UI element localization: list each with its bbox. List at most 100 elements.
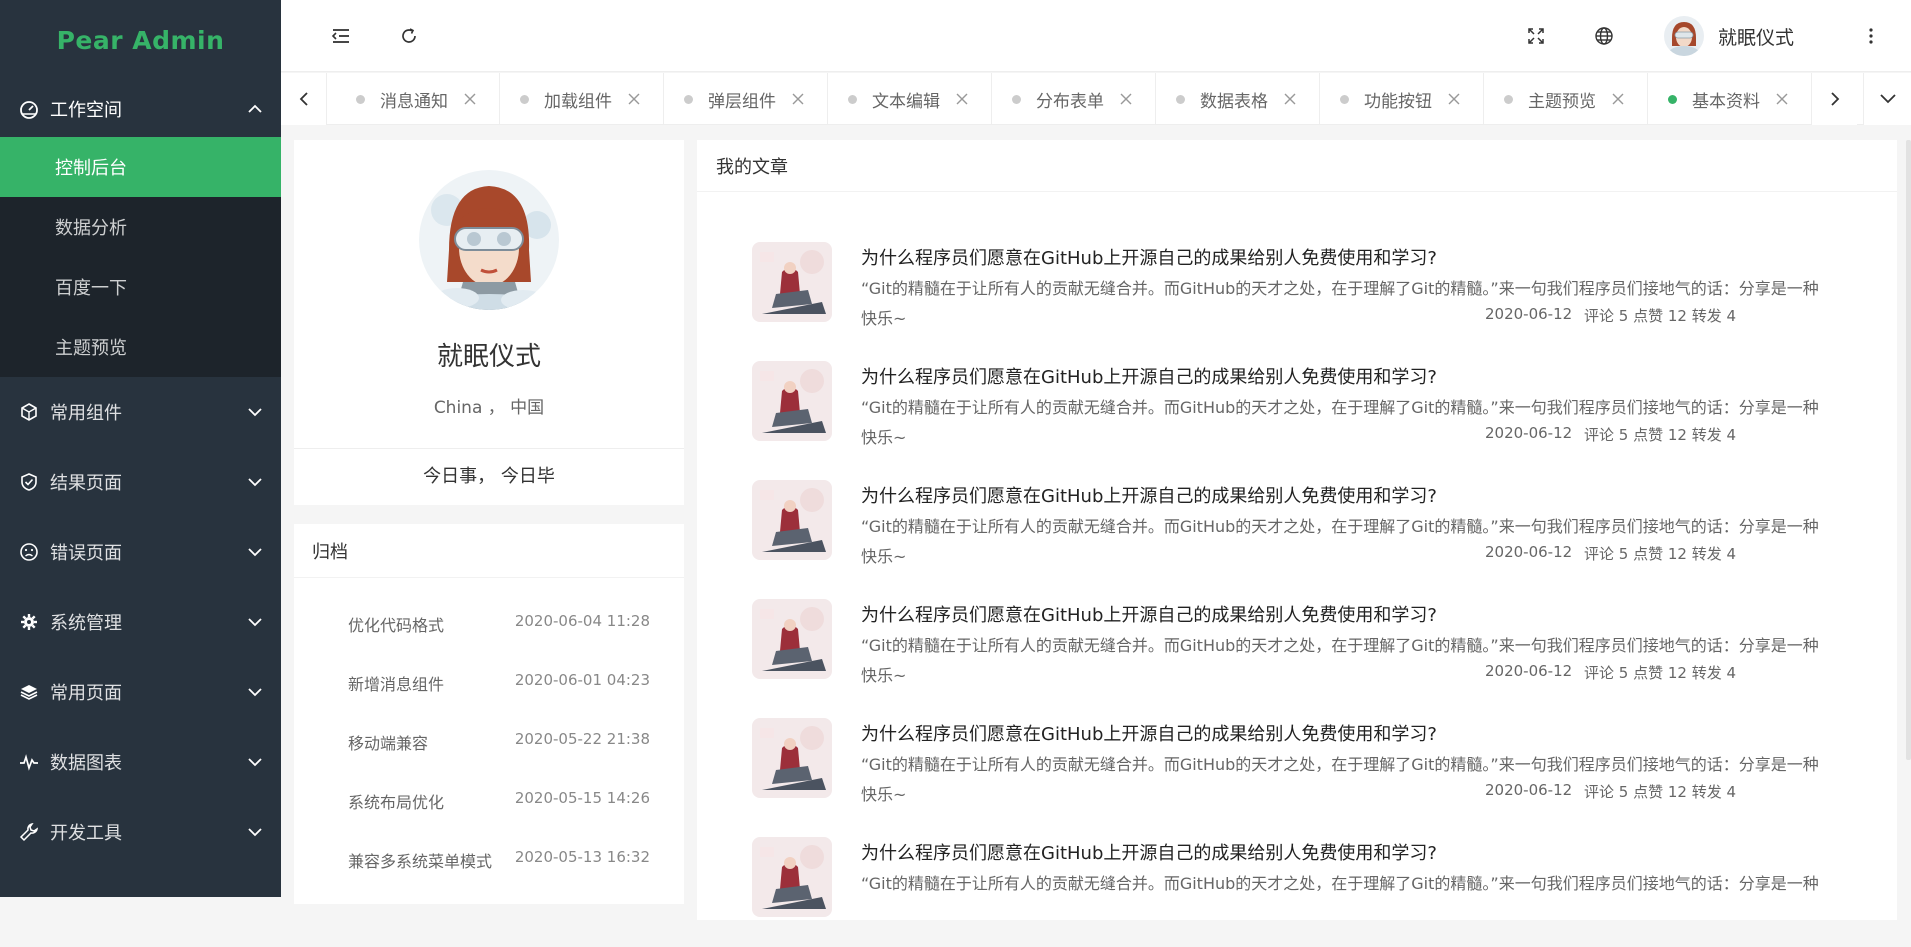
article-title[interactable]: 为什么程序员们愿意在GitHub上开源自己的成果给别人免费使用和学习?	[861, 839, 1437, 865]
article-desc: “Git的精髓在于让所有人的贡献无缝合并。而GitHub的天才之处，在于理解了G…	[861, 636, 1819, 655]
article-title[interactable]: 为什么程序员们愿意在GitHub上开源自己的成果给别人免费使用和学习?	[861, 482, 1437, 508]
sidebar-item-devtools[interactable]: 开发工具	[0, 797, 281, 867]
tab-theme[interactable]: 主题预览	[1484, 73, 1648, 125]
tab-messages[interactable]: 消息通知	[336, 73, 500, 125]
archive-item[interactable]: 兼容多系统菜单模式 2020-05-13 16:32	[348, 848, 650, 872]
archive-item[interactable]: 新增消息组件 2020-06-01 04:23	[348, 671, 650, 695]
chevron-down-icon	[247, 614, 263, 630]
tool-icon	[18, 821, 40, 843]
article-desc: “Git的精髓在于让所有人的贡献无缝合并。而GitHub的天才之处，在于理解了G…	[861, 755, 1819, 774]
archive-card: 归档 优化代码格式 2020-06-04 11:28 新增消息组件 2020-0…	[294, 524, 684, 904]
sidebar-item-system[interactable]: 系统管理	[0, 587, 281, 657]
article-stats: 评论 5 点赞 12 转发 4	[1584, 783, 1737, 801]
article-desc: “Git的精髓在于让所有人的贡献无缝合并。而GitHub的天才之处，在于理解了G…	[861, 279, 1819, 298]
sidebar-item-label: 系统管理	[50, 613, 122, 634]
tab-data-table[interactable]: 数据表格	[1156, 73, 1320, 125]
refresh-icon	[402, 28, 416, 43]
article-desc-continued: 快乐~	[861, 785, 907, 804]
tab-dot	[1012, 94, 1021, 104]
tab-dot	[1504, 94, 1513, 104]
tab-buttons[interactable]: 功能按钮	[1320, 73, 1484, 125]
archive-item-time: 2020-06-01 04:23	[514, 671, 650, 689]
sidebar-item-pages[interactable]: 常用页面	[0, 657, 281, 727]
sidebar-group-workspace[interactable]: 工作空间	[0, 80, 281, 137]
sidebar-item-theme-preview[interactable]: 主题预览	[0, 317, 281, 377]
sidebar-item-analysis[interactable]: 数据分析	[0, 197, 281, 257]
archive-item[interactable]: 系统布局优化 2020-05-15 14:26	[348, 789, 650, 813]
article-thumbnail	[752, 599, 832, 679]
close-icon[interactable]	[1283, 92, 1297, 106]
sidebar-item-charts[interactable]: 数据图表	[0, 727, 281, 797]
sidebar-item-console[interactable]: 控制后台	[0, 137, 281, 197]
tab-dot	[520, 94, 529, 104]
article-item[interactable]: 为什么程序员们愿意在GitHub上开源自己的成果给别人免费使用和学习? “Git…	[752, 837, 1867, 947]
chevron-right-icon	[1830, 92, 1839, 106]
close-icon[interactable]	[627, 92, 641, 106]
profile-location: China ， 中国	[433, 398, 545, 418]
language-button[interactable]	[1590, 22, 1618, 50]
close-icon[interactable]	[1119, 92, 1133, 106]
close-icon[interactable]	[791, 92, 805, 106]
close-icon[interactable]	[1775, 92, 1789, 106]
sidebar-item-baidu[interactable]: 百度一下	[0, 257, 281, 317]
collapse-menu-button[interactable]	[327, 22, 355, 50]
close-icon[interactable]	[1447, 92, 1461, 106]
article-stats: 评论 5 点赞 12 转发 4	[1584, 307, 1737, 325]
tab-label: 弹层组件	[708, 91, 776, 112]
archive-item[interactable]: 优化代码格式 2020-06-04 11:28	[348, 612, 650, 636]
chevron-down-icon	[247, 474, 263, 490]
close-icon[interactable]	[463, 92, 477, 106]
tab-label: 主题预览	[1528, 91, 1596, 112]
article-title[interactable]: 为什么程序员们愿意在GitHub上开源自己的成果给别人免费使用和学习?	[861, 244, 1437, 270]
tab-loading[interactable]: 加载组件	[500, 73, 664, 125]
sidebar-item-components[interactable]: 常用组件	[0, 377, 281, 447]
tab-options-dropdown[interactable]	[1863, 73, 1911, 125]
sidebar-item-errors[interactable]: 错误页面	[0, 517, 281, 587]
user-menu[interactable]: 就眠仪式	[1664, 14, 1794, 58]
tab-dot	[1340, 94, 1349, 104]
tab-profile[interactable]: 基本资料	[1648, 73, 1812, 125]
fullscreen-button[interactable]	[1522, 22, 1550, 50]
chevron-down-icon	[247, 684, 263, 700]
article-item[interactable]: 为什么程序员们愿意在GitHub上开源自己的成果给别人免费使用和学习? “Git…	[752, 242, 1867, 352]
page-scrollbar[interactable]	[1906, 140, 1911, 760]
article-desc: “Git的精髓在于让所有人的贡献无缝合并。而GitHub的天才之处，在于理解了G…	[861, 398, 1819, 417]
profile-motto: 今日事， 今日毕	[423, 466, 555, 487]
tab-scroll-left[interactable]	[281, 73, 327, 125]
tab-layer[interactable]: 弹层组件	[664, 73, 828, 125]
article-title[interactable]: 为什么程序员们愿意在GitHub上开源自己的成果给别人免费使用和学习?	[861, 601, 1437, 627]
divider	[294, 448, 684, 449]
close-icon[interactable]	[955, 92, 969, 106]
more-vertical-icon	[1869, 28, 1873, 44]
close-icon[interactable]	[1611, 92, 1625, 106]
article-title[interactable]: 为什么程序员们愿意在GitHub上开源自己的成果给别人免费使用和学习?	[861, 720, 1437, 746]
refresh-button[interactable]	[395, 22, 423, 50]
article-stats: 评论 5 点赞 12 转发 4	[1584, 664, 1737, 682]
tab-label: 文本编辑	[872, 91, 940, 112]
more-button[interactable]	[1857, 22, 1885, 50]
tab-editor[interactable]: 文本编辑	[828, 73, 992, 125]
chevron-down-icon	[247, 754, 263, 770]
article-thumbnail	[752, 361, 832, 441]
article-item[interactable]: 为什么程序员们愿意在GitHub上开源自己的成果给别人免费使用和学习? “Git…	[752, 361, 1867, 471]
article-desc-continued: 快乐~	[861, 547, 907, 566]
article-item[interactable]: 为什么程序员们愿意在GitHub上开源自己的成果给别人免费使用和学习? “Git…	[752, 480, 1867, 590]
tab-label: 消息通知	[380, 91, 448, 112]
archive-item[interactable]: 移动端兼容 2020-05-22 21:38	[348, 730, 650, 754]
avatar	[1664, 16, 1704, 56]
article-title[interactable]: 为什么程序员们愿意在GitHub上开源自己的成果给别人免费使用和学习?	[861, 363, 1437, 389]
top-header: 就眠仪式	[281, 0, 1911, 72]
tab-scroll-right[interactable]	[1811, 73, 1857, 125]
face-icon	[18, 541, 40, 563]
article-desc-continued: 快乐~	[861, 666, 907, 685]
sidebar-item-results[interactable]: 结果页面	[0, 447, 281, 517]
pulse-icon	[18, 751, 40, 773]
archive-item-name: 新增消息组件	[348, 675, 445, 694]
tab-bar: 消息通知 加载组件 弹层组件 文本编辑 分布表单 数据表格 功能按钮 主题预览 …	[281, 73, 1911, 125]
article-item[interactable]: 为什么程序员们愿意在GitHub上开源自己的成果给别人免费使用和学习? “Git…	[752, 718, 1867, 828]
app-logo[interactable]: Pear Admin	[0, 0, 281, 80]
article-date: 2020-06-12	[1485, 305, 1573, 323]
archive-item-name: 优化代码格式	[348, 616, 445, 635]
article-item[interactable]: 为什么程序员们愿意在GitHub上开源自己的成果给别人免费使用和学习? “Git…	[752, 599, 1867, 709]
tab-step-form[interactable]: 分布表单	[992, 73, 1156, 125]
